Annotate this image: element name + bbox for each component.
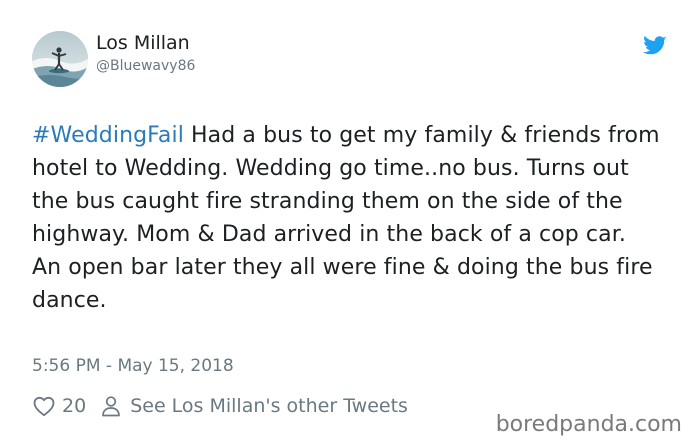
- author-name[interactable]: Los Millan: [96, 32, 190, 54]
- tweet-text: #WeddingFail Had a bus to get my family …: [32, 119, 672, 317]
- other-tweets-label: See Los Millan's other Tweets: [130, 395, 408, 417]
- surfer-avatar-image: [32, 31, 88, 87]
- author-handle[interactable]: @Bluewavy86: [96, 58, 195, 74]
- boredpanda-watermark: boredpanda.com: [495, 412, 682, 437]
- tweet-actions: 20 See Los Millan's other Tweets: [32, 393, 408, 419]
- heart-icon: [33, 396, 55, 417]
- tweet-timestamp[interactable]: 5:56 PM - May 15, 2018: [32, 356, 234, 376]
- avatar[interactable]: [32, 31, 88, 87]
- tweet-card: Los Millan @Bluewavy86 #WeddingFail Had …: [0, 0, 700, 448]
- like-action[interactable]: 20: [32, 394, 86, 418]
- tweet-paragraph-2: An open bar later they all were fine & d…: [32, 255, 653, 313]
- person-icon: [102, 396, 121, 417]
- other-tweets-link[interactable]: See Los Millan's other Tweets: [86, 395, 408, 417]
- like-count: 20: [62, 395, 87, 417]
- twitter-bird-icon[interactable]: [643, 36, 667, 56]
- hashtag-link[interactable]: #WeddingFail: [32, 123, 184, 148]
- tweet-paragraph-1: #WeddingFail Had a bus to get my family …: [32, 119, 672, 251]
